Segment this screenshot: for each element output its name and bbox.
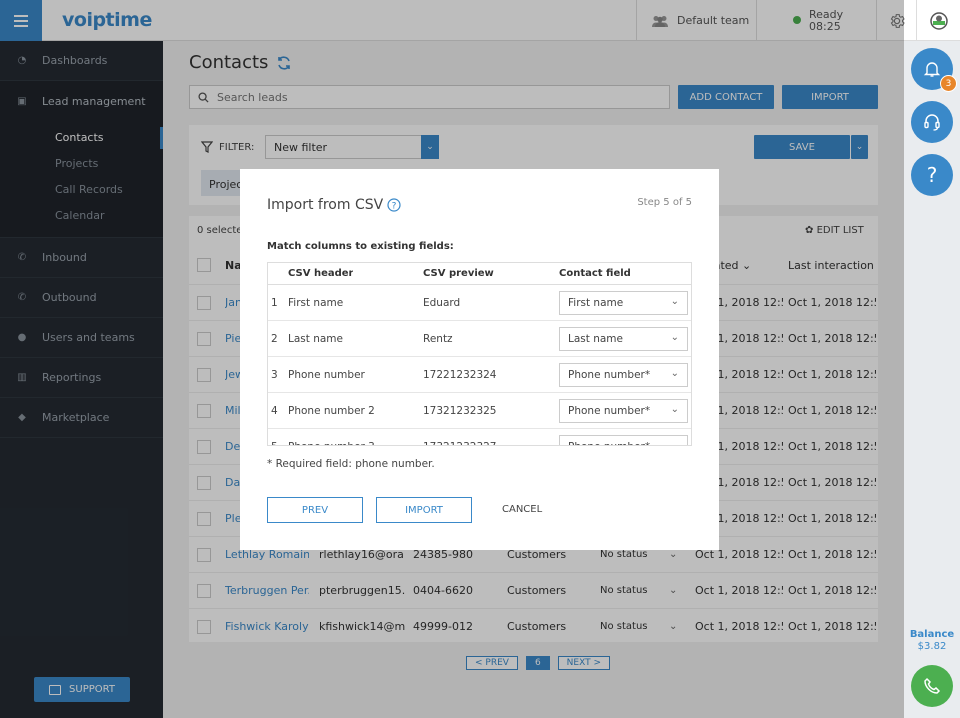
help-circle-icon[interactable]: ? bbox=[387, 198, 401, 212]
balance: Balance $3.82 bbox=[904, 629, 960, 653]
notification-badge: 3 bbox=[940, 75, 957, 92]
cancel-button[interactable]: CANCEL bbox=[502, 504, 542, 515]
mapping-row-number: 4 bbox=[271, 405, 278, 417]
notifications-button[interactable]: 3 bbox=[911, 48, 957, 92]
svg-text:?: ? bbox=[392, 202, 397, 212]
import-csv-dialog: Import from CSV ? Step 5 of 5 Match colu… bbox=[240, 169, 719, 550]
chevron-down-icon: ⌄ bbox=[670, 368, 679, 379]
dialog-title: Import from CSV ? bbox=[267, 197, 401, 213]
contact-field-value: Last name bbox=[568, 333, 623, 345]
col-csv-header: CSV header bbox=[288, 268, 354, 279]
contact-field-select[interactable]: Phone number* ⌄ bbox=[559, 435, 688, 446]
mapping-csv-preview: Eduard bbox=[423, 297, 461, 309]
contact-field-select[interactable]: First name ⌄ bbox=[559, 291, 688, 315]
chevron-down-icon: ⌄ bbox=[670, 332, 679, 343]
mapping-row-number: 2 bbox=[271, 333, 278, 345]
mapping-row-number: 5 bbox=[271, 441, 278, 445]
contact-field-select[interactable]: Phone number* ⌄ bbox=[559, 399, 688, 423]
mapping-row: 1 First name Eduard First name ⌄ bbox=[268, 285, 691, 321]
balance-label: Balance bbox=[909, 629, 955, 640]
bell-icon bbox=[923, 62, 941, 77]
mapping-table-header: CSV header CSV preview Contact field bbox=[268, 263, 691, 285]
contact-field-select[interactable]: Phone number* ⌄ bbox=[559, 363, 688, 387]
right-rail: 3 ? Balance $3.82 bbox=[904, 41, 960, 718]
contact-field-value: First name bbox=[568, 297, 624, 309]
match-instructions: Match columns to existing fields: bbox=[267, 241, 454, 252]
mapping-csv-preview: 17221232324 bbox=[423, 369, 497, 381]
mapping-table[interactable]: CSV header CSV preview Contact field 1 Fi… bbox=[267, 262, 692, 446]
mapping-csv-header: Phone number 3 bbox=[288, 441, 375, 445]
required-note: * Required field: phone number. bbox=[267, 458, 435, 470]
balance-value: $3.82 bbox=[917, 641, 947, 652]
contact-field-value: Phone number* bbox=[568, 441, 650, 445]
help-question-icon[interactable]: ? bbox=[911, 154, 953, 196]
mapping-csv-header: Last name bbox=[288, 333, 343, 345]
prev-button[interactable]: PREV bbox=[267, 497, 363, 523]
dialog-title-text: Import from CSV bbox=[267, 197, 384, 213]
mapping-csv-preview: 17321232327 bbox=[423, 441, 497, 445]
mapping-row-number: 1 bbox=[271, 297, 278, 309]
mapping-row: 2 Last name Rentz Last name ⌄ bbox=[268, 321, 691, 357]
chevron-down-icon: ⌄ bbox=[670, 440, 679, 446]
mapping-csv-header: Phone number bbox=[288, 369, 365, 381]
phone-icon bbox=[924, 677, 941, 694]
col-contact-field: Contact field bbox=[559, 268, 631, 279]
mapping-row: 3 Phone number 17221232324 Phone number* ⌄ bbox=[268, 357, 691, 393]
headset-button[interactable] bbox=[911, 101, 953, 143]
contact-field-select[interactable]: Last name ⌄ bbox=[559, 327, 688, 351]
import-confirm-button[interactable]: IMPORT bbox=[376, 497, 472, 523]
col-csv-preview: CSV preview bbox=[423, 268, 494, 279]
chevron-down-icon: ⌄ bbox=[670, 404, 679, 415]
mapping-row: 5 Phone number 3 17321232327 Phone number* ⌄ bbox=[268, 429, 691, 446]
step-indicator: Step 5 of 5 bbox=[637, 197, 692, 208]
contact-field-value: Phone number* bbox=[568, 369, 651, 381]
mapping-csv-header: First name bbox=[288, 297, 344, 309]
chevron-down-icon: ⌄ bbox=[670, 296, 679, 307]
mapping-csv-header: Phone number 2 bbox=[288, 405, 375, 417]
call-button[interactable] bbox=[911, 665, 953, 707]
mapping-csv-preview: Rentz bbox=[423, 333, 453, 345]
contact-field-value: Phone number* bbox=[568, 405, 651, 417]
mapping-row: 4 Phone number 2 17321232325 Phone number* ⌄ bbox=[268, 393, 691, 429]
mapping-csv-preview: 17321232325 bbox=[423, 405, 497, 417]
mapping-row-number: 3 bbox=[271, 369, 278, 381]
headset-icon bbox=[924, 114, 940, 131]
avatar[interactable] bbox=[916, 0, 960, 41]
